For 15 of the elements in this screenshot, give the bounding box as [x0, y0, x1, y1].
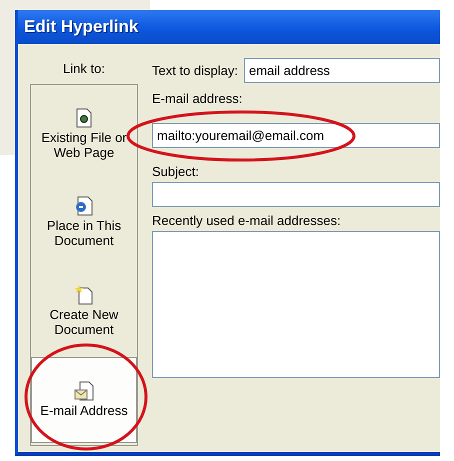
address-list[interactable]	[152, 231, 440, 378]
document-icon	[76, 108, 92, 128]
text-field[interactable]: mailto:youremail@email.com	[152, 123, 440, 148]
document-icon	[75, 196, 93, 216]
link-to-label: Link to:	[63, 60, 105, 76]
email-document-icon	[74, 381, 94, 401]
field-label: Subject:	[152, 164, 199, 179]
field-label: Text to display:	[152, 63, 238, 78]
field-label: E-mail address:	[152, 91, 242, 106]
window-title: Edit Hyperlink	[24, 17, 138, 37]
link-option[interactable]: E-mail Address	[31, 356, 137, 443]
field-label: Recently used e-mail addresses:	[152, 213, 341, 228]
new-document-icon	[75, 284, 93, 305]
text-field[interactable]	[152, 182, 440, 207]
text-field[interactable]: email address	[244, 58, 440, 83]
